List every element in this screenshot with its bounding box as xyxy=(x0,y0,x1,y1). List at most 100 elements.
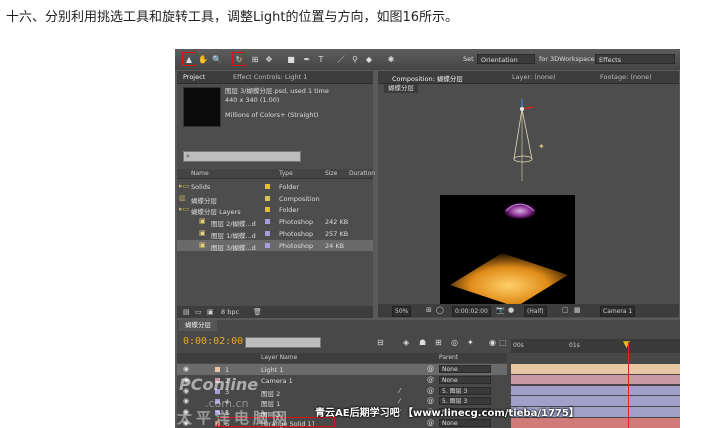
motion-blur-icon[interactable]: ◎ xyxy=(451,338,458,347)
col-size[interactable]: Size xyxy=(325,170,337,177)
pickwhip-icon[interactable]: @ xyxy=(427,376,434,384)
playhead-line[interactable] xyxy=(628,342,629,428)
layer-number: 1 xyxy=(225,366,230,374)
time-ruler[interactable]: 00s 01s ▼ xyxy=(511,339,680,353)
hide-shy-icon[interactable]: ☗ xyxy=(419,338,426,347)
brush-tool-icon[interactable]: ／ xyxy=(335,53,347,65)
project-item-type: Photoshop xyxy=(279,229,314,238)
type-tool-icon[interactable]: T xyxy=(315,53,327,65)
label-color-swatch[interactable] xyxy=(265,195,270,201)
workspace-dropdown[interactable]: Effects xyxy=(595,54,675,64)
project-item[interactable]: ▸▭ 蝴蝶分层 Layers Folder xyxy=(177,204,373,217)
trash-icon[interactable]: 🗑 xyxy=(253,308,262,316)
layer-parent-dropdown[interactable]: 5. 图层 3 xyxy=(439,386,491,395)
bpc-label[interactable]: 8 bpc xyxy=(221,308,239,316)
layer-duration-bar[interactable] xyxy=(511,364,680,374)
pickwhip-icon[interactable]: @ xyxy=(427,365,434,373)
eye-icon[interactable]: ◉ xyxy=(183,365,189,373)
pan-behind-icon[interactable]: ✥ xyxy=(263,53,275,65)
composition-footer: 50% ⊞ ◯ 0:00:02:00 📷 ● (Half) ▢ ▦ Camera… xyxy=(378,304,679,317)
project-item-name: 图层 3/蝴蝶...d xyxy=(211,243,256,252)
label-color-swatch[interactable] xyxy=(265,219,270,225)
project-thumbnail xyxy=(183,87,221,127)
composition-canvas[interactable] xyxy=(440,195,575,309)
col-parent[interactable]: Parent xyxy=(439,354,458,361)
graph-editor-icon[interactable]: ◉ xyxy=(489,338,496,347)
project-item-size: 24 KB xyxy=(325,241,345,250)
project-item[interactable]: ▣ 图层 1/蝴蝶...d Photoshop 257 KB xyxy=(177,228,373,240)
region-icon[interactable]: ▢ xyxy=(562,306,569,314)
layer-name[interactable]: Camera 1 xyxy=(261,377,293,385)
timeline-layer-row[interactable]: ◉ @1 Light 1 None xyxy=(177,364,507,375)
eraser-tool-icon[interactable]: ◆ xyxy=(363,53,375,65)
current-time-display[interactable]: 0:00:02:00 xyxy=(452,306,491,317)
zoom-dropdown[interactable]: 50% xyxy=(392,306,412,317)
label-color-swatch[interactable] xyxy=(265,207,270,213)
render-icon[interactable]: ⬚ xyxy=(499,338,507,347)
psd-file-icon: ▣ xyxy=(199,217,206,226)
timeline-timecode[interactable]: 0:00:02:00 xyxy=(183,336,243,347)
orientation-dropdown[interactable]: Orientation xyxy=(477,54,535,64)
pen-tool-icon[interactable]: ✒ xyxy=(301,53,313,65)
label-color-swatch[interactable] xyxy=(265,184,270,189)
selection-tool-icon[interactable]: ▲ xyxy=(182,52,196,66)
brainstorm-icon[interactable]: ✦ xyxy=(467,338,474,347)
layer-duration-bar[interactable] xyxy=(511,374,680,385)
zoom-tool-icon[interactable]: 🔍 xyxy=(211,53,223,65)
project-search-input[interactable]: ⌕ xyxy=(183,151,301,162)
comp-mini-flowchart-icon[interactable]: ⊟ xyxy=(377,338,384,347)
layer-switch-icon[interactable]: ⁄ xyxy=(399,387,400,395)
tab-effect-controls[interactable]: Effect Controls: Light 1 xyxy=(233,73,307,81)
show-channel-icon[interactable]: ● xyxy=(508,306,514,314)
project-item[interactable]: ▣ 图层 3/蝴蝶...d Photoshop 24 KB xyxy=(177,239,373,252)
hand-tool-icon[interactable]: ✋ xyxy=(197,53,209,65)
col-type[interactable]: Type xyxy=(279,170,293,177)
rotation-tool-icon[interactable]: ↻ xyxy=(232,52,246,66)
light-gizmo[interactable]: ✦ xyxy=(500,99,560,187)
interpret-footage-icon[interactable]: ▤ xyxy=(183,308,190,316)
timeline-tab[interactable]: 蝴蝶分层 xyxy=(179,320,217,331)
psd-file-icon: ▣ xyxy=(199,240,206,249)
layer-name[interactable]: Light 1 xyxy=(261,366,283,374)
snapshot-icon[interactable]: 📷 xyxy=(496,306,505,314)
puppet-tool-icon[interactable]: ✱ xyxy=(385,53,397,65)
clone-stamp-icon[interactable]: ⚲ xyxy=(349,53,361,65)
layer-parent-dropdown[interactable]: None xyxy=(439,365,491,373)
col-name[interactable]: Name xyxy=(191,170,209,177)
project-item[interactable]: ▥ 蝴蝶分层 Composition xyxy=(177,193,373,205)
tab-composition[interactable]: Composition: 蝴蝶分层 xyxy=(392,73,463,83)
eye-icon[interactable]: ◉ xyxy=(183,397,189,405)
folder-icon: ▸▭ xyxy=(179,182,190,190)
comp-breadcrumb-button[interactable]: 蝴蝶分层 xyxy=(384,84,418,93)
view-dropdown[interactable]: Camera 1 xyxy=(600,306,636,317)
layer-parent-dropdown[interactable]: None xyxy=(439,419,491,427)
pickwhip-icon[interactable]: @ xyxy=(427,387,434,395)
layer-duration-bar[interactable] xyxy=(511,418,680,428)
draft-3d-icon[interactable]: ◈ xyxy=(403,338,409,347)
frame-blending-icon[interactable]: ⊞ xyxy=(435,338,442,347)
new-comp-icon[interactable]: ▣ xyxy=(207,308,214,316)
pickwhip-icon[interactable]: @ xyxy=(427,419,434,427)
transparency-grid-icon[interactable]: ▦ xyxy=(574,306,581,314)
project-item-name: 蝴蝶分层 Layers xyxy=(191,208,241,217)
mask-icon[interactable]: ◯ xyxy=(436,306,444,314)
col-duration[interactable]: Duration xyxy=(349,170,375,177)
tab-layer[interactable]: Layer: (none) xyxy=(512,73,556,81)
resolution-dropdown[interactable]: (Half) xyxy=(524,306,547,317)
layer-parent-dropdown[interactable]: None xyxy=(439,375,491,384)
layer-label-color[interactable] xyxy=(215,367,220,372)
layer-duration-bar[interactable] xyxy=(511,385,680,396)
col-layer-name[interactable]: Layer Name xyxy=(261,354,297,361)
project-item[interactable]: ▸▭ Solids Folder xyxy=(177,181,373,192)
tab-project[interactable]: Project xyxy=(183,73,205,81)
timeline-column-header: Layer Name Parent xyxy=(177,353,507,363)
tab-footage[interactable]: Footage: (none) xyxy=(600,73,652,81)
label-color-swatch[interactable] xyxy=(265,230,270,236)
timeline-search-input[interactable] xyxy=(245,337,321,348)
new-folder-icon[interactable]: ▭ xyxy=(195,308,202,316)
rectangle-tool-icon[interactable]: ■ xyxy=(285,53,297,65)
grid-icon[interactable]: ⊞ xyxy=(426,306,432,314)
label-color-swatch[interactable] xyxy=(265,242,270,248)
project-item[interactable]: ▣ 图层 2/蝴蝶...d Photoshop 242 KB xyxy=(177,216,373,228)
camera-orbit-icon[interactable]: ⊞ xyxy=(249,53,261,65)
